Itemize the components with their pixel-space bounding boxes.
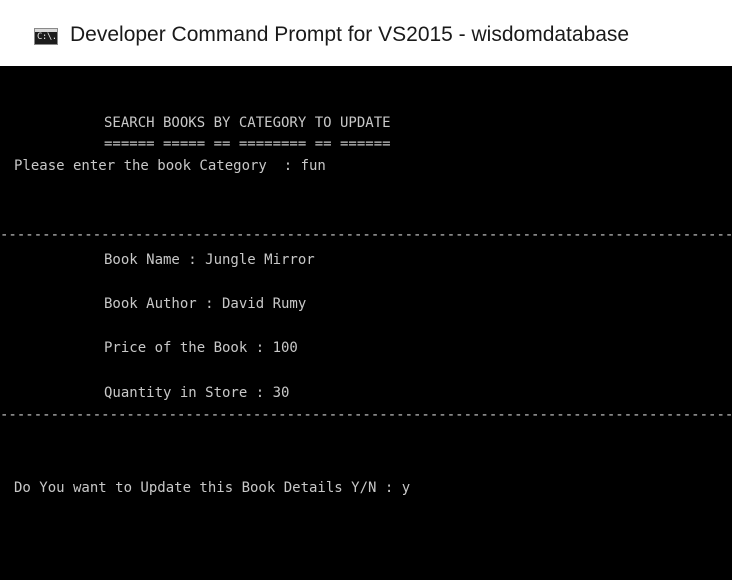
cmd-console-icon[interactable]: C:\.	[34, 28, 58, 45]
console-window: C:\. Developer Command Prompt for VS2015…	[0, 0, 732, 580]
update-prompt-line: Do You want to Update this Book Details …	[14, 480, 411, 496]
search-heading-underline: ====== ===== == ======== == ======	[104, 136, 391, 152]
separator-top: ----------------------------------------…	[0, 227, 732, 243]
separator-bottom: ----------------------------------------…	[0, 407, 732, 423]
search-heading: SEARCH BOOKS BY CATEGORY TO UPDATE	[104, 115, 391, 131]
book-name-line: Book Name : Jungle Mirror	[104, 252, 315, 268]
console-output-area[interactable]: SEARCH BOOKS BY CATEGORY TO UPDATE =====…	[0, 66, 732, 580]
icon-prompt-glyph: C:\.	[37, 32, 57, 42]
book-price-line: Price of the Book : 100	[104, 340, 298, 356]
window-title: Developer Command Prompt for VS2015 - wi…	[70, 23, 630, 46]
category-prompt-line: Please enter the book Category : fun	[14, 158, 326, 174]
title-bar[interactable]: C:\. Developer Command Prompt for VS2015…	[0, 0, 732, 66]
book-quantity-line: Quantity in Store : 30	[104, 385, 290, 401]
book-author-line: Book Author : David Rumy	[104, 296, 307, 312]
